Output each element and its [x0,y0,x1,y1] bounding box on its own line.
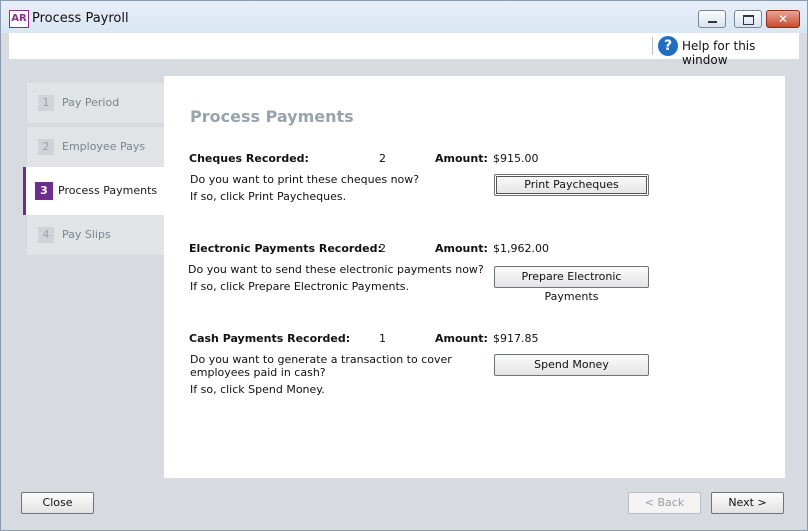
spend-money-button[interactable]: Spend Money [494,354,649,376]
print-paycheques-button[interactable]: Print Paycheques [494,174,649,196]
step-number: 2 [38,139,54,155]
cheques-amount-label: Amount: [435,152,488,165]
step-label: Pay Slips [62,228,111,241]
step-process-payments[interactable]: 3 Process Payments [23,167,164,215]
cash-count: 1 [379,332,386,345]
cash-question-line1: Do you want to generate a transaction to… [190,353,452,366]
cheques-recorded-label: Cheques Recorded: [189,152,309,165]
minimize-button[interactable] [698,10,726,28]
back-button[interactable]: < Back [628,492,701,514]
electronic-recorded-label: Electronic Payments Recorded: [189,242,382,255]
step-label: Process Payments [58,184,158,197]
electronic-question: Do you want to send these electronic pay… [188,263,484,276]
maximize-button[interactable] [734,10,762,28]
page-title: Process Payments [190,107,354,126]
step-number: 4 [38,227,54,243]
close-button[interactable]: Close [21,492,94,514]
cash-instruction: If so, click Spend Money. [190,383,325,396]
cheques-count: 2 [379,152,386,165]
step-label: Employee Pays [62,140,146,153]
cheques-amount: $915.00 [493,152,539,165]
divider [652,37,653,55]
help-link[interactable]: Help for this window [682,39,799,67]
cheques-question: Do you want to print these cheques now? [190,173,420,186]
step-pay-period[interactable]: 1 Pay Period [27,83,164,123]
maximize-icon [743,15,754,25]
electronic-count: 2 [379,242,386,255]
cash-amount: $917.85 [493,332,539,345]
app-logo-icon: AR [9,10,29,28]
window-title: Process Payroll [32,11,129,26]
step-employee-pays[interactable]: 2 Employee Pays [27,127,164,167]
close-window-button[interactable]: ✕ [766,10,800,28]
help-icon[interactable]: ? [658,36,678,56]
help-bar: ? Help for this window [9,33,799,67]
cash-amount-label: Amount: [435,332,488,345]
step-number: 1 [38,95,54,111]
cash-recorded-label: Cash Payments Recorded: [189,332,351,345]
main-panel [164,76,785,478]
prepare-electronic-payments-button[interactable]: Prepare Electronic Payments [494,266,649,303]
title-bar[interactable]: AR Process Payroll ✕ [1,1,807,33]
electronic-amount: $1,962.00 [493,242,549,255]
next-button[interactable]: Next > [711,492,784,514]
step-pay-slips[interactable]: 4 Pay Slips [27,215,164,255]
electronic-amount-label: Amount: [435,242,488,255]
step-label: Pay Period [62,96,120,109]
minimize-icon [708,21,717,23]
electronic-instruction: If so, click Prepare Electronic Payments… [190,280,410,293]
cheques-instruction: If so, click Print Paycheques. [190,190,347,203]
step-number: 3 [35,182,53,200]
cash-question-line2: employees paid in cash? [190,366,326,379]
close-icon: ✕ [777,12,789,26]
